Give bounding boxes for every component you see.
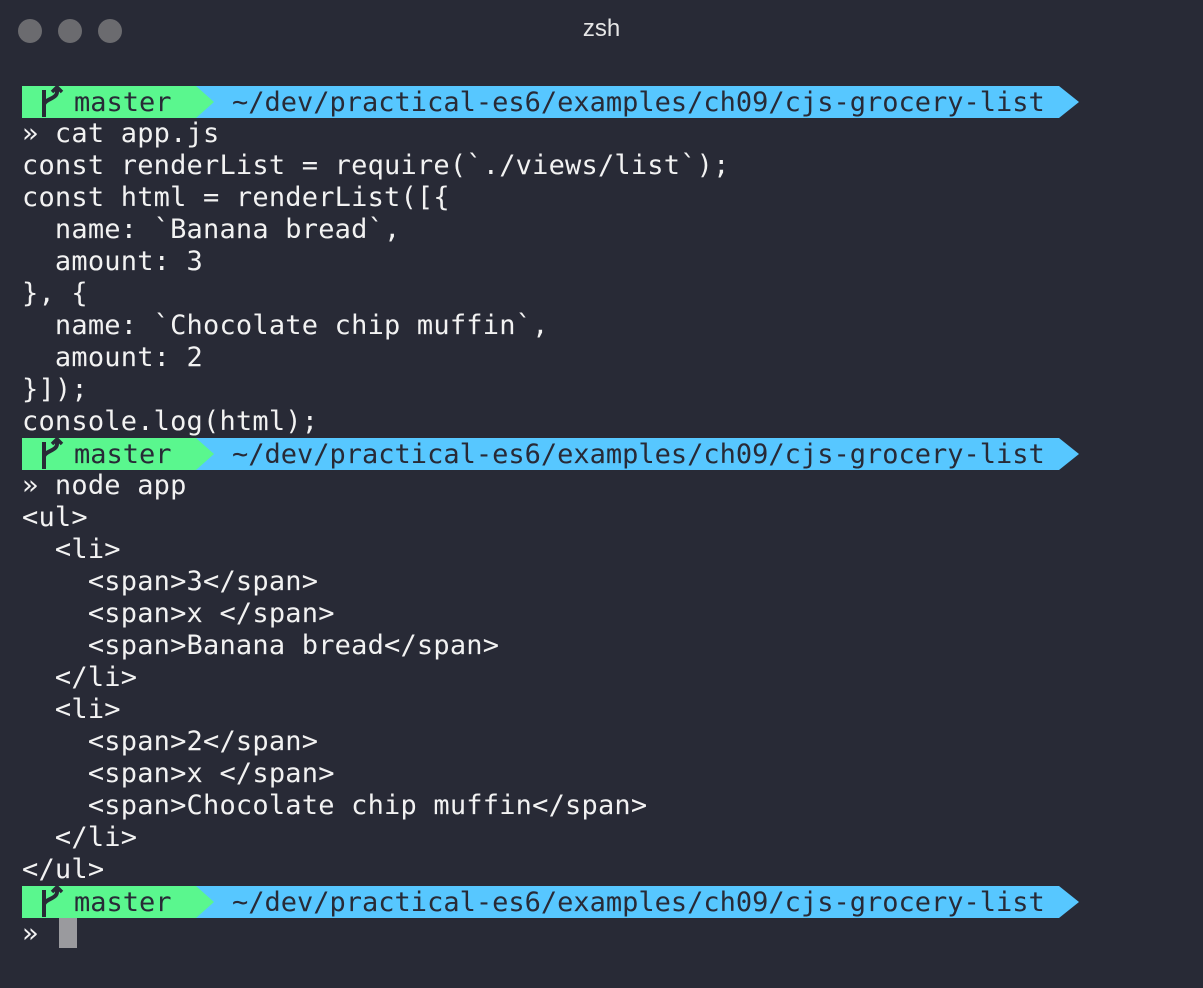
command-line: » cat app.js [22,118,220,149]
output-line: </li> [22,822,138,853]
terminal-output[interactable]: master ~/dev/practical-es6/examples/ch09/… [22,86,1192,950]
prompt-branch-label: master [74,86,172,118]
prompt-branch-segment: master [22,438,196,470]
output-line: </ul> [22,854,105,885]
output-line: name: `Chocolate chip muffin`, [22,310,549,341]
prompt-end-arrow [1058,86,1079,118]
prompt-separator-arrow [196,86,214,118]
output-line: <span>3</span> [22,566,319,597]
prompt-separator-arrow [196,438,214,470]
output-line: <li> [22,694,121,725]
output-line: <span>2</span> [22,726,319,757]
prompt-branch-label: master [74,438,172,470]
prompt-bar: master ~/dev/practical-es6/examples/ch09/… [22,438,1192,470]
output-line: const renderList = require(`./views/list… [22,150,730,181]
output-line: <span>Banana bread</span> [22,630,500,661]
prompt-bar: master ~/dev/practical-es6/examples/ch09/… [22,86,1192,118]
output-line: const html = renderList([{ [22,182,450,213]
output-line: </li> [22,662,138,693]
window-title: zsh [582,15,621,42]
output-line: <li> [22,534,121,565]
prompt-branch-segment: master [22,886,196,918]
prompt-end-arrow [1058,438,1079,470]
prompt-end-arrow [1058,886,1079,918]
prompt-branch-label: master [74,886,172,918]
output-line: }, { [22,278,88,309]
title-bar: zsh [0,0,1203,62]
output-line: name: `Banana bread`, [22,214,401,245]
git-branch-icon [42,886,64,917]
prompt-path-segment: ~/dev/practical-es6/examples/ch09/cjs-gr… [214,438,1059,470]
input-line[interactable]: » [22,917,1192,950]
prompt-symbol: » [22,918,55,949]
prompt-path-segment: ~/dev/practical-es6/examples/ch09/cjs-gr… [214,886,1059,918]
output-line: amount: 3 [22,246,204,277]
git-branch-icon [42,438,64,469]
output-line: <span>Chocolate chip muffin</span> [22,790,648,821]
output-line: <ul> [22,502,88,533]
output-line: }]); [22,374,88,405]
terminal-window: zsh master ~/dev/practical-es6/examples/c… [0,0,1203,988]
text-cursor [58,917,77,948]
output-line: <span>x </span> [22,758,335,789]
prompt-branch-segment: master [22,86,196,118]
output-line: <span>x </span> [22,598,335,629]
output-line: amount: 2 [22,342,204,373]
prompt-path-segment: ~/dev/practical-es6/examples/ch09/cjs-gr… [214,86,1059,118]
prompt-bar: master ~/dev/practical-es6/examples/ch09/… [22,886,1192,918]
command-line: » node app [22,470,187,501]
prompt-separator-arrow [196,886,214,918]
git-branch-icon [42,86,64,117]
output-line: console.log(html); [22,406,319,437]
